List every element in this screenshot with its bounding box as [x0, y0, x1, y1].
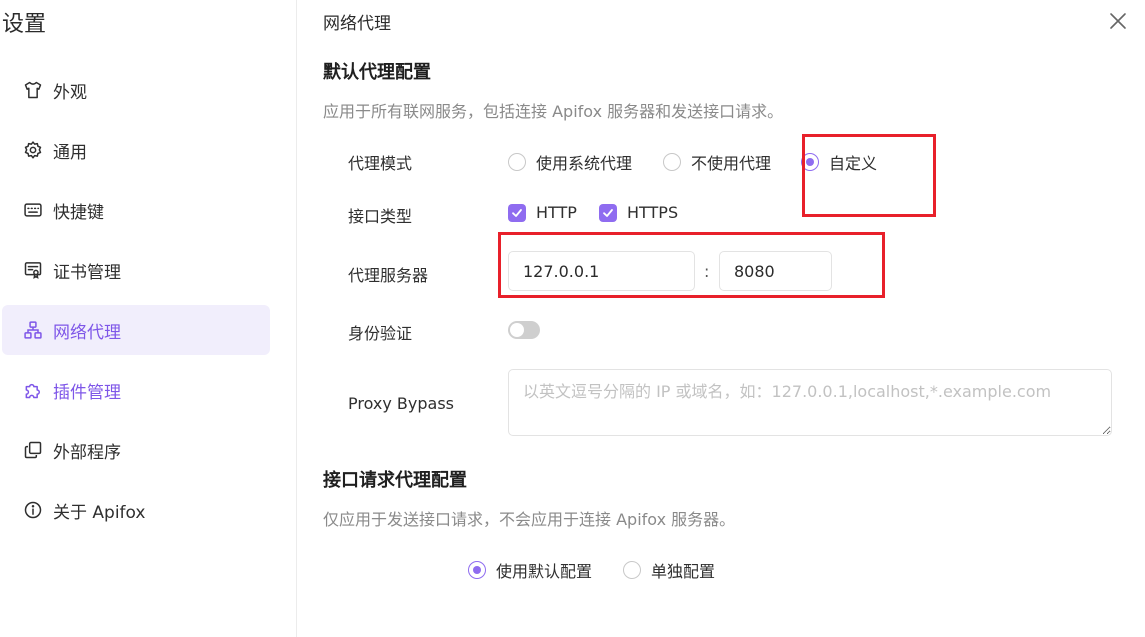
proxy-bypass-label: Proxy Bypass: [348, 394, 454, 413]
auth-label: 身份验证: [348, 324, 413, 343]
proxy-mode-label: 代理模式: [348, 154, 413, 173]
radio-circle: [663, 153, 681, 171]
checkbox-label: HTTPS: [627, 203, 679, 222]
highlight-box-server: [498, 232, 885, 298]
interface-type-label: 接口类型: [348, 207, 413, 226]
close-button[interactable]: [1106, 11, 1130, 35]
sidebar-item-network-proxy[interactable]: 网络代理: [2, 305, 270, 355]
radio-use-default-config[interactable]: 使用默认配置: [468, 558, 592, 582]
sidebar-item-about[interactable]: 关于 Apifox: [2, 485, 270, 535]
checkbox-http[interactable]: HTTP: [508, 203, 577, 222]
main-panel: 网络代理 默认代理配置 应用于所有联网服务，包括连接 Apifox 服务器和发送…: [298, 0, 1145, 637]
radio-circle: [468, 561, 486, 579]
network-icon: [22, 319, 44, 341]
sidebar-item-label: 关于 Apifox: [53, 502, 146, 523]
checkmark-icon: [508, 203, 526, 222]
gear-icon: [22, 139, 44, 161]
checkbox-https[interactable]: HTTPS: [599, 203, 678, 222]
sidebar-item-label: 外部程序: [53, 442, 121, 463]
sidebar-title: 设置: [2, 12, 47, 37]
radio-label: 不使用代理: [691, 154, 772, 173]
request-proxy-description: 仅应用于发送接口请求，不会应用于连接 Apifox 服务器。: [323, 510, 736, 529]
puzzle-icon: [22, 379, 44, 401]
sidebar-item-plugins[interactable]: 插件管理: [2, 365, 270, 415]
sidebar-item-certificates[interactable]: 证书管理: [2, 245, 270, 295]
checkbox-label: HTTP: [536, 203, 577, 222]
default-proxy-title: 默认代理配置: [323, 62, 431, 83]
sidebar-item-label: 通用: [53, 142, 87, 163]
auth-toggle[interactable]: [508, 321, 540, 339]
sidebar-item-external-programs[interactable]: 外部程序: [2, 425, 270, 475]
radio-label: 使用默认配置: [496, 562, 593, 581]
windows-stack-icon: [22, 439, 44, 461]
radio-system-proxy[interactable]: 使用系统代理: [508, 150, 632, 174]
radio-separate-config[interactable]: 单独配置: [623, 558, 715, 582]
sidebar-item-label: 网络代理: [53, 322, 121, 343]
sidebar-item-label: 外观: [53, 82, 87, 103]
proxy-bypass-textarea[interactable]: [508, 369, 1112, 436]
checkmark-icon: [599, 203, 617, 222]
radio-circle: [623, 561, 641, 579]
request-proxy-title: 接口请求代理配置: [323, 470, 467, 491]
keyboard-icon: [22, 199, 44, 221]
highlight-box-custom: [802, 134, 936, 217]
sidebar: 设置 外观 通用 快捷键 证书管理 网络代理 插件管理 外部程序 关于 Apif…: [0, 0, 297, 637]
toggle-knob: [510, 323, 524, 337]
sidebar-item-label: 插件管理: [53, 382, 121, 403]
sidebar-item-label: 证书管理: [53, 262, 121, 283]
proxy-server-label: 代理服务器: [348, 266, 429, 285]
sidebar-item-appearance[interactable]: 外观: [2, 65, 270, 115]
radio-label: 单独配置: [651, 562, 716, 581]
radio-circle: [508, 153, 526, 171]
close-icon: [1109, 12, 1127, 34]
sidebar-item-shortcuts[interactable]: 快捷键: [2, 185, 270, 235]
default-proxy-description: 应用于所有联网服务，包括连接 Apifox 服务器和发送接口请求。: [323, 102, 784, 121]
tshirt-icon: [22, 79, 44, 101]
sidebar-item-label: 快捷键: [53, 202, 104, 223]
page-title: 网络代理: [323, 14, 391, 34]
info-icon: [22, 499, 44, 521]
radio-label: 使用系统代理: [536, 154, 633, 173]
sidebar-item-general[interactable]: 通用: [2, 125, 270, 175]
radio-no-proxy[interactable]: 不使用代理: [663, 150, 771, 174]
certificate-icon: [22, 259, 44, 281]
sidebar-nav: 外观 通用 快捷键 证书管理 网络代理 插件管理 外部程序 关于 Apifox: [2, 65, 270, 545]
